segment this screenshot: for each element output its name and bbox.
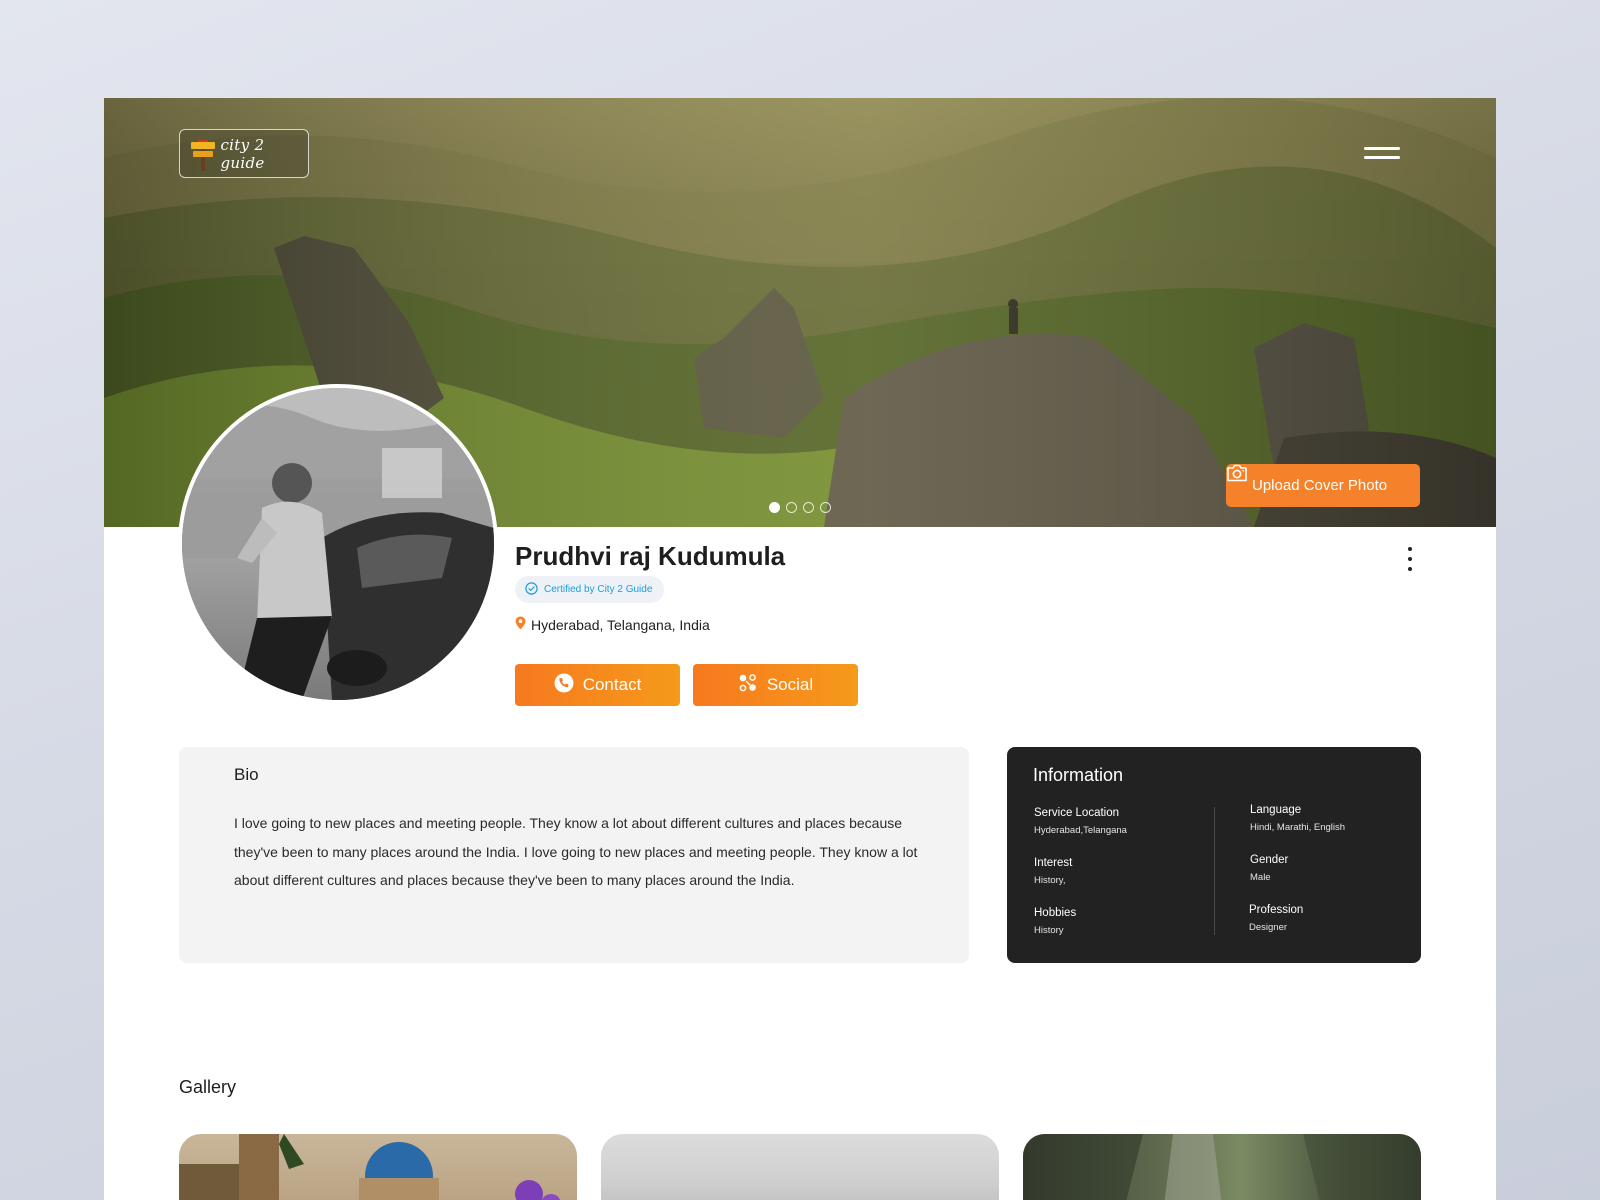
info-language: Language Hindi, Marathi, English [1250,804,1345,833]
info-label: Profession [1249,904,1304,916]
avatar-photo [182,388,494,700]
social-label: Social [766,675,814,694]
info-label: Gender [1250,854,1289,866]
profile-location: Hyderabad, Telangana, India [515,616,710,633]
information-title: Information [1033,765,1124,785]
location-text: Hyderabad, Telangana, India [531,616,710,633]
info-profession: Profession Designer [1249,904,1303,933]
info-gender: Gender Male [1250,854,1288,883]
info-value: Hyderabad,Telangana [1034,825,1127,836]
info-label: Interest [1034,857,1073,869]
info-label: Hobbies [1034,907,1077,919]
info-value: History, [1034,875,1066,886]
info-label: Language [1250,804,1302,816]
information-divider [1214,807,1215,935]
cover-carousel-dots [769,502,831,513]
carousel-dot[interactable] [769,502,780,513]
more-options-button[interactable] [1404,547,1416,571]
social-button[interactable]: Social [693,664,858,706]
carousel-dot[interactable] [820,502,831,513]
brand-logo[interactable]: city 2 guide [179,129,309,178]
bio-text: I love going to new places and meeting p… [234,815,918,888]
info-interest: Interest History, [1034,857,1072,886]
logo-text: city 2 guide [220,135,265,172]
signpost-logo-icon [190,137,215,171]
contact-label: Contact [582,675,642,694]
upload-cover-photo-button[interactable]: Upload Cover Photo [1226,464,1420,507]
upload-cover-label: Upload Cover Photo [1252,477,1388,494]
info-hobbies: Hobbies History [1034,907,1076,936]
gallery-image[interactable] [179,1134,577,1200]
gallery-image[interactable] [601,1134,999,1200]
phone-icon [554,673,574,698]
info-value: Male [1250,872,1271,883]
profile-page: city 2 guide Upload Cover Photo Prudhvi … [104,98,1496,1200]
check-circle-icon [525,581,538,598]
hamburger-icon [1364,147,1400,150]
bio-card: Bio I love going to new places and meeti… [179,747,969,963]
carousel-dot[interactable] [803,502,814,513]
social-network-icon [738,673,758,698]
carousel-dot[interactable] [786,502,797,513]
hamburger-menu-button[interactable] [1364,142,1400,164]
map-pin-icon [515,616,526,633]
info-value: Designer [1249,922,1288,933]
bio-title: Bio [234,765,259,784]
info-value: History [1034,925,1064,936]
contact-button[interactable]: Contact [515,664,680,706]
certified-badge: Certified by City 2 Guide [515,576,665,603]
more-vertical-icon [1408,547,1412,551]
certified-label: Certified by City 2 Guide [544,584,653,595]
information-card: Information Service Location Hyderabad,T… [1007,747,1421,963]
gallery-title: Gallery [179,1077,237,1097]
info-value: Hindi, Marathi, English [1250,822,1346,833]
gallery-image[interactable] [1023,1134,1421,1200]
info-label: Service Location [1034,807,1120,819]
profile-avatar[interactable] [178,384,498,704]
info-service-location: Service Location Hyderabad,Telangana [1034,807,1127,836]
profile-name: Prudhvi raj Kudumula [515,541,786,571]
